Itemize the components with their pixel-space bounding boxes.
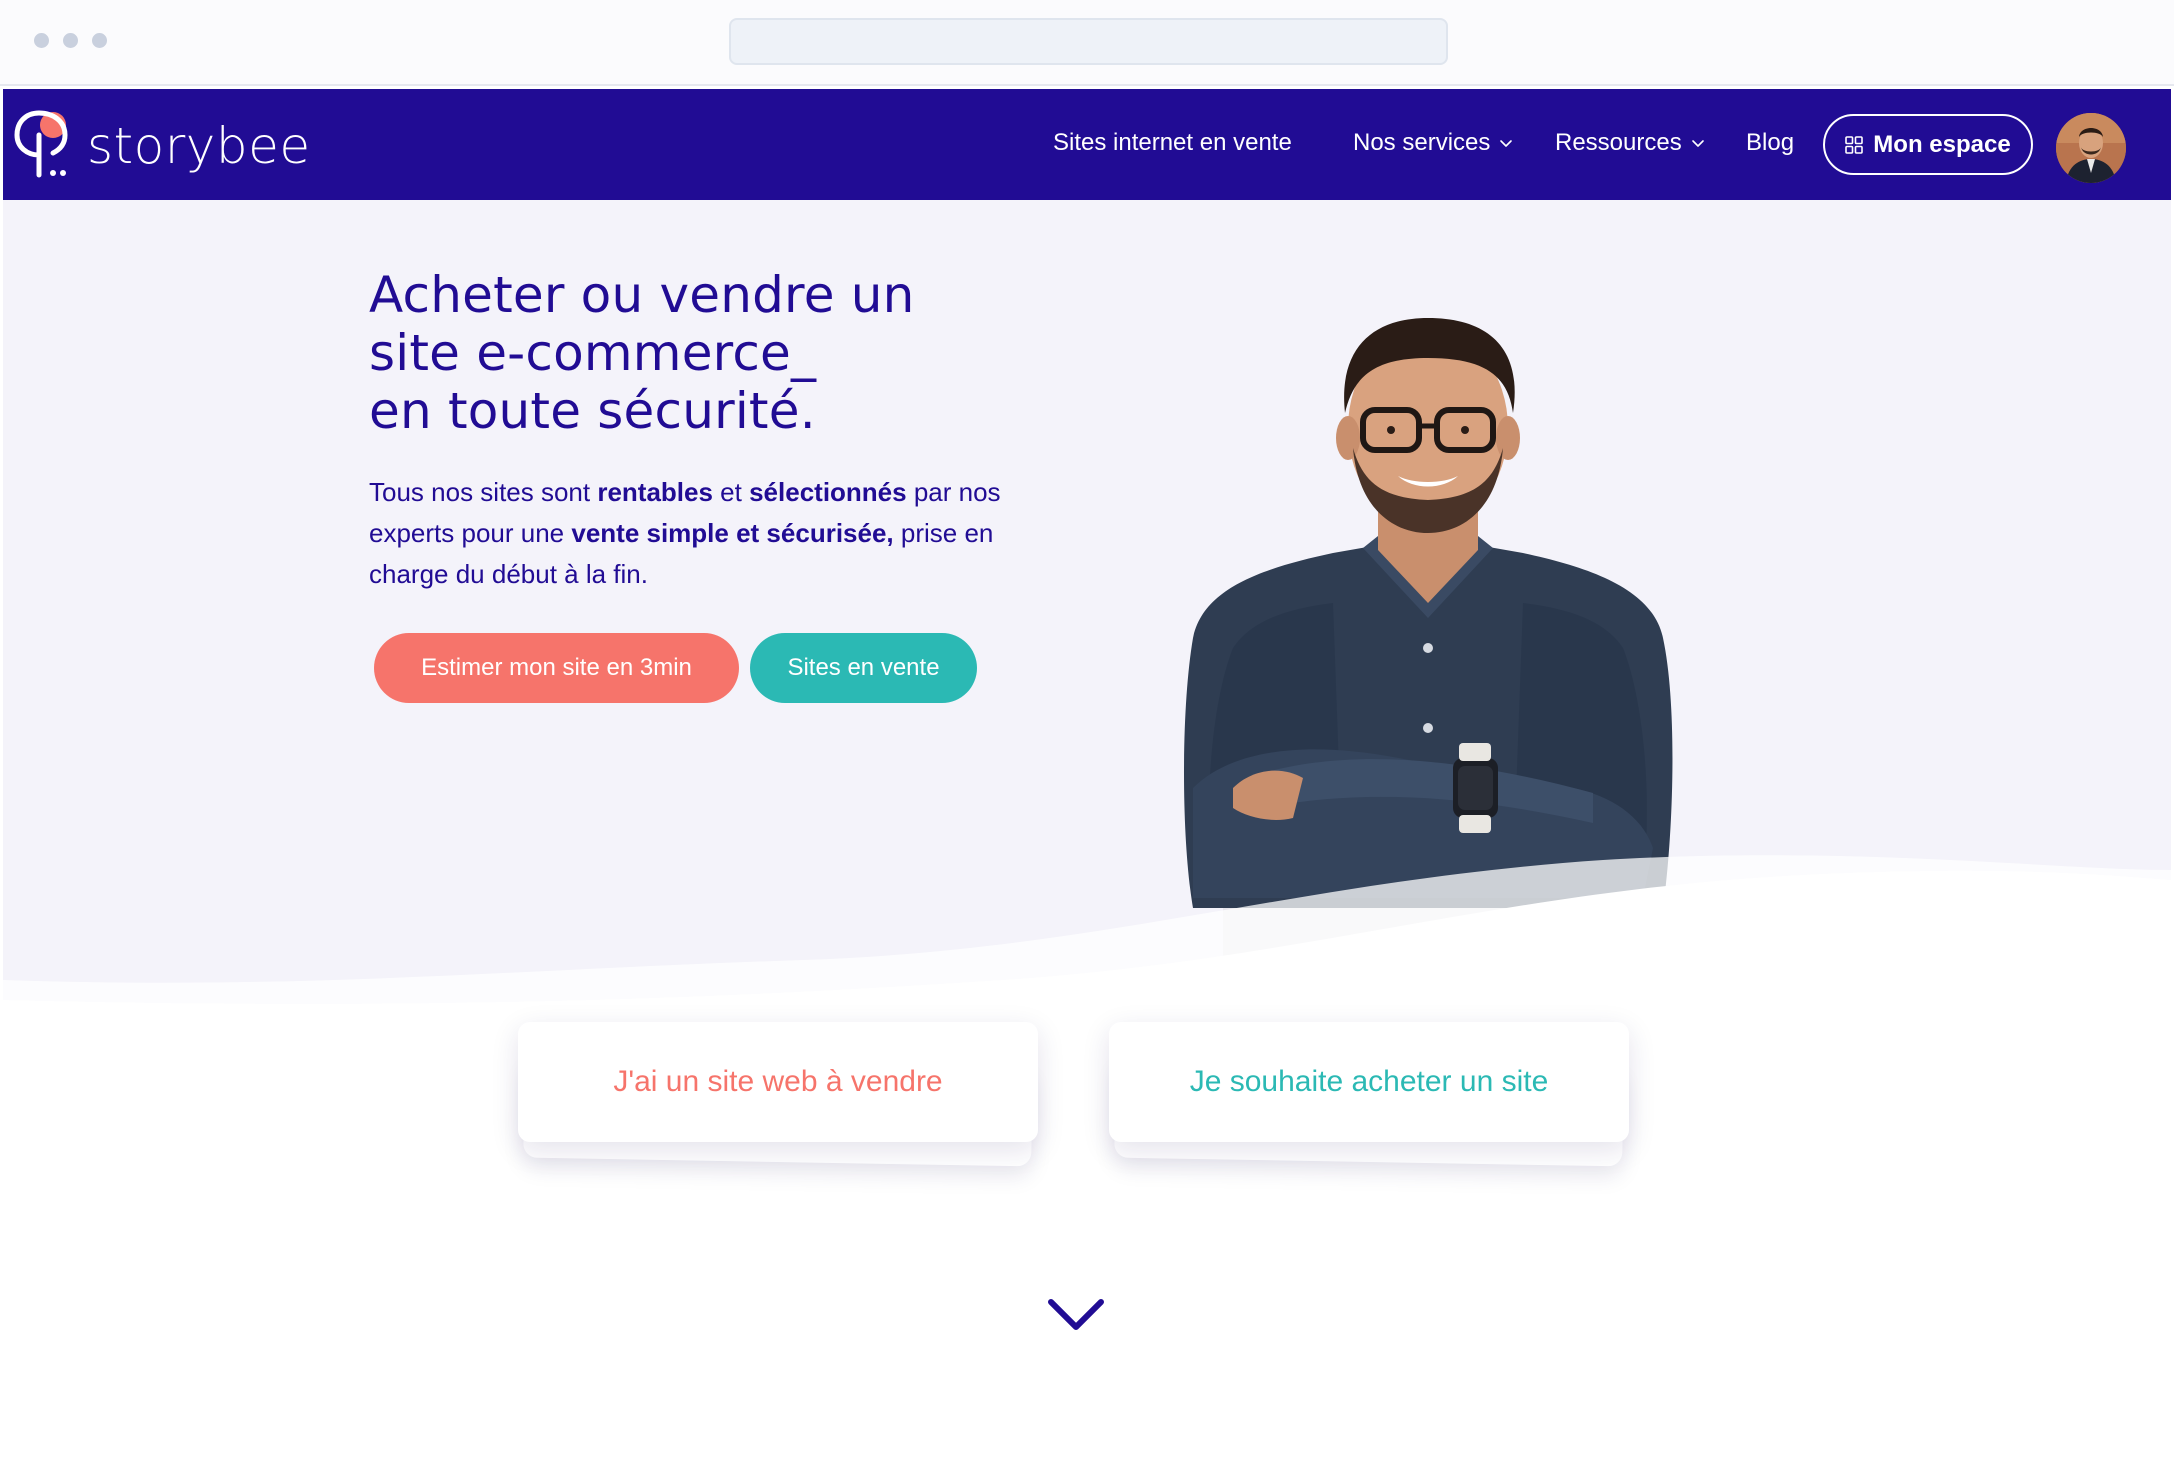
lead-bold: rentables: [597, 477, 713, 507]
hero-title-line: en toute sécurité.: [369, 382, 816, 440]
sell-site-card[interactable]: J'ai un site web à vendre: [518, 1022, 1038, 1172]
lead-bold: vente simple et sécurisée,: [571, 518, 894, 548]
address-bar[interactable]: [729, 18, 1448, 65]
storybee-logo-icon: [9, 105, 75, 183]
page-viewport: storybee Sites internet en vente Nos ser…: [3, 89, 2171, 1194]
lead-bold: sélectionnés: [749, 477, 907, 507]
nav-nos-services[interactable]: Nos services: [1353, 129, 1514, 157]
window-dot[interactable]: [92, 33, 107, 48]
browser-chrome: [0, 0, 2174, 86]
nav-label: Nos services: [1353, 129, 1491, 156]
lead-text: Tous nos sites sont: [369, 477, 598, 507]
chevron-down-icon: [1500, 140, 1513, 147]
mon-espace-button[interactable]: Mon espace: [1823, 114, 2033, 175]
sell-site-label: J'ai un site web à vendre: [518, 1022, 1038, 1142]
hero-title-line: site e-commerce_: [369, 324, 817, 382]
chevron-down-icon: [1691, 140, 1704, 147]
nav-ressources[interactable]: Ressources: [1555, 129, 1706, 157]
mon-espace-label: Mon espace: [1873, 130, 2011, 158]
hero-description: Tous nos sites sont rentables et sélecti…: [369, 472, 1069, 595]
hero-title: Acheter ou vendre un site e-commerce_ en…: [369, 266, 915, 440]
lead-text: et: [712, 477, 750, 507]
estimate-site-button[interactable]: Estimer mon site en 3min: [374, 633, 739, 703]
hero-title-line: Acheter ou vendre un: [369, 266, 915, 324]
nav-blog[interactable]: Blog: [1746, 129, 1794, 157]
window-dot[interactable]: [63, 33, 78, 48]
window-controls: [34, 33, 107, 48]
top-navbar: storybee Sites internet en vente Nos ser…: [3, 89, 2171, 200]
nav-sites-en-vente[interactable]: Sites internet en vente: [1053, 129, 1292, 157]
nav-label: Blog: [1746, 129, 1795, 156]
hero-wave-divider: [3, 855, 2171, 1190]
user-avatar[interactable]: [2056, 113, 2126, 183]
brand-name: storybee: [87, 117, 311, 175]
buy-site-label: Je souhaite acheter un site: [1109, 1022, 1629, 1142]
nav-label: Sites internet en vente: [1053, 129, 1292, 156]
window-dot[interactable]: [34, 33, 49, 48]
chevron-down-icon[interactable]: [1047, 1298, 1105, 1332]
grid-icon: [1845, 135, 1864, 154]
hero-section: Acheter ou vendre un site e-commerce_ en…: [3, 200, 2171, 1190]
buy-site-card[interactable]: Je souhaite acheter un site: [1109, 1022, 1629, 1172]
storybee-logo[interactable]: storybee: [9, 105, 311, 183]
sites-for-sale-button[interactable]: Sites en vente: [750, 633, 977, 703]
nav-label: Ressources: [1555, 129, 1682, 156]
